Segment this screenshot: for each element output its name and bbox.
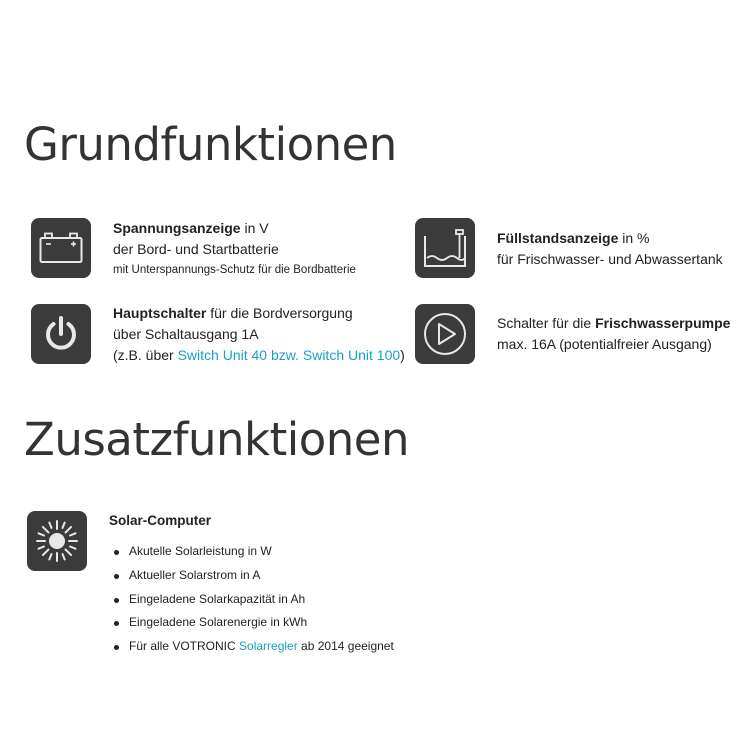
feature-pump-line2: max. 16A (potentialfreier Ausgang) bbox=[497, 336, 712, 352]
feature-level: Füllstandsanzeige in % für Frischwasser-… bbox=[497, 228, 723, 270]
solar-bullet-list: Akutelle Solarleistung in W Aktueller So… bbox=[113, 540, 394, 659]
play-icon bbox=[415, 304, 475, 364]
feature-voltage-line2: der Bord- und Startbatterie bbox=[113, 241, 279, 257]
feature-level-line2: für Frischwasser- und Abwassertank bbox=[497, 251, 723, 267]
list-item: Für alle VOTRONIC Solarregler ab 2014 ge… bbox=[113, 635, 394, 659]
list-item: Eingeladene Solarkapazität in Ah bbox=[113, 588, 394, 612]
list-item: Eingeladene Solarenergie in kWh bbox=[113, 611, 394, 635]
switch-unit-link[interactable]: Switch Unit 40 bzw. Switch Unit 100 bbox=[178, 347, 401, 363]
feature-pump-bold: Frischwasserpumpe bbox=[595, 315, 731, 331]
section-title-basic: Grundfunktionen bbox=[24, 118, 397, 171]
feature-voltage: Spannungsanzeige in V der Bord- und Star… bbox=[113, 218, 356, 280]
feature-level-bold: Füllstandsanzeige bbox=[497, 230, 619, 246]
feature-voltage-bold: Spannungsanzeige bbox=[113, 220, 241, 236]
solarregler-link[interactable]: Solarregler bbox=[239, 639, 298, 653]
feature-voltage-line3: mit Unterspannungs-Schutz für die Bordba… bbox=[113, 264, 356, 276]
sun-icon bbox=[27, 511, 87, 571]
feature-main-switch: Hauptschalter für die Bordversorgung übe… bbox=[113, 305, 405, 363]
feature-main-switch-bold: Hauptschalter bbox=[113, 305, 207, 321]
list-item: Aktueller Solarstrom in A bbox=[113, 564, 394, 588]
list-item: Akutelle Solarleistung in W bbox=[113, 540, 394, 564]
tank-level-icon bbox=[415, 218, 475, 278]
feature-main-switch-line2: über Schaltausgang 1A bbox=[113, 326, 259, 342]
battery-icon bbox=[31, 218, 91, 278]
solar-title: Solar-Computer bbox=[109, 513, 212, 528]
section-title-extra: Zusatzfunktionen bbox=[24, 413, 409, 466]
feature-pump: Schalter für die Frischwasserpumpe max. … bbox=[497, 313, 730, 355]
power-icon bbox=[31, 304, 91, 364]
